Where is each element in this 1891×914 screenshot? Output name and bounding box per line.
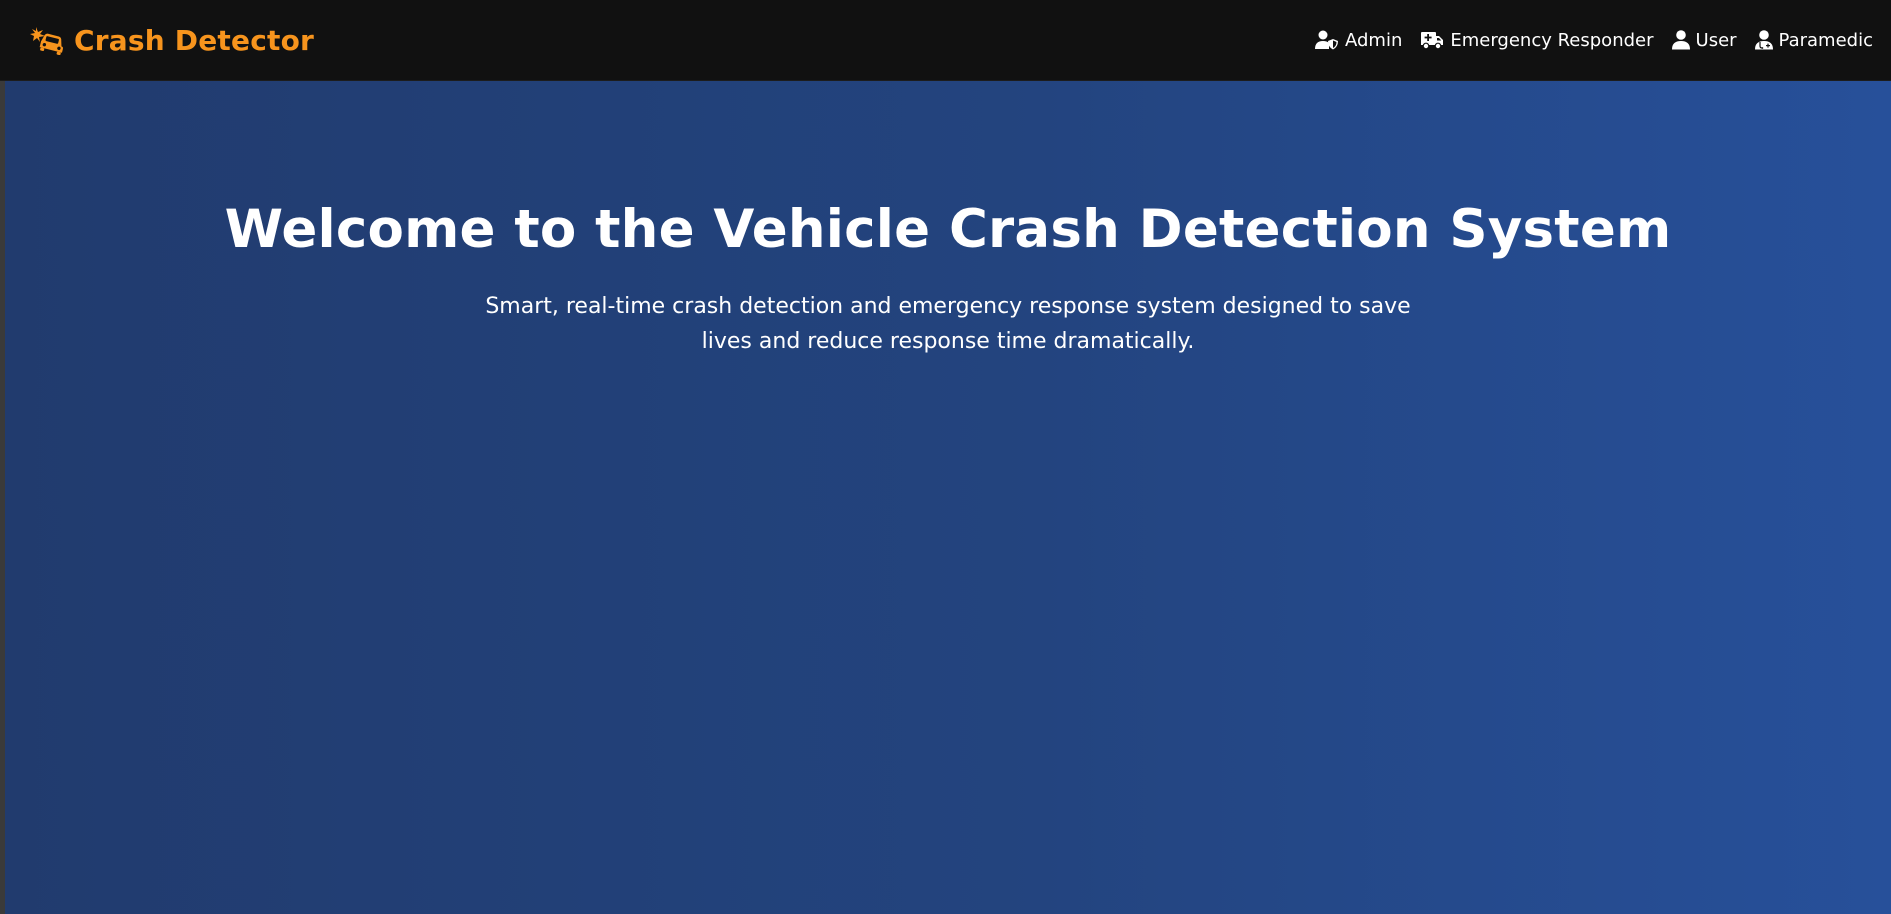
hero-subtitle: Smart, real-time crash detection and eme… (485, 294, 1411, 354)
user-doctor-icon (1754, 30, 1773, 50)
car-crash-icon (30, 25, 66, 56)
nav-item-admin[interactable]: Admin (1314, 29, 1403, 51)
nav-links: Admin Emergency Responder User Paramedic (1314, 22, 1873, 58)
nav-item-user[interactable]: User (1671, 29, 1737, 51)
nav-item-label: Emergency Responder (1450, 29, 1654, 51)
nav-item-label: Paramedic (1778, 29, 1873, 51)
top-navbar: Crash Detector Admin Emergency Responder… (0, 0, 1891, 81)
nav-item-paramedic[interactable]: Paramedic (1754, 29, 1873, 51)
hero-section: Welcome to the Vehicle Crash Detection S… (5, 81, 1891, 914)
ambulance-icon (1420, 30, 1444, 50)
brand-link[interactable]: Crash Detector (30, 20, 314, 60)
nav-item-label: User (1695, 29, 1737, 51)
nav-item-label: Admin (1344, 29, 1403, 51)
hero-title: Welcome to the Vehicle Crash Detection S… (224, 199, 1672, 260)
brand-name: Crash Detector (74, 23, 315, 57)
user-icon (1671, 30, 1690, 50)
nav-item-emergency-responder[interactable]: Emergency Responder (1420, 29, 1654, 51)
browser-viewport: Crash Detector Admin Emergency Responder… (0, 0, 1891, 914)
user-shield-icon (1314, 30, 1339, 50)
